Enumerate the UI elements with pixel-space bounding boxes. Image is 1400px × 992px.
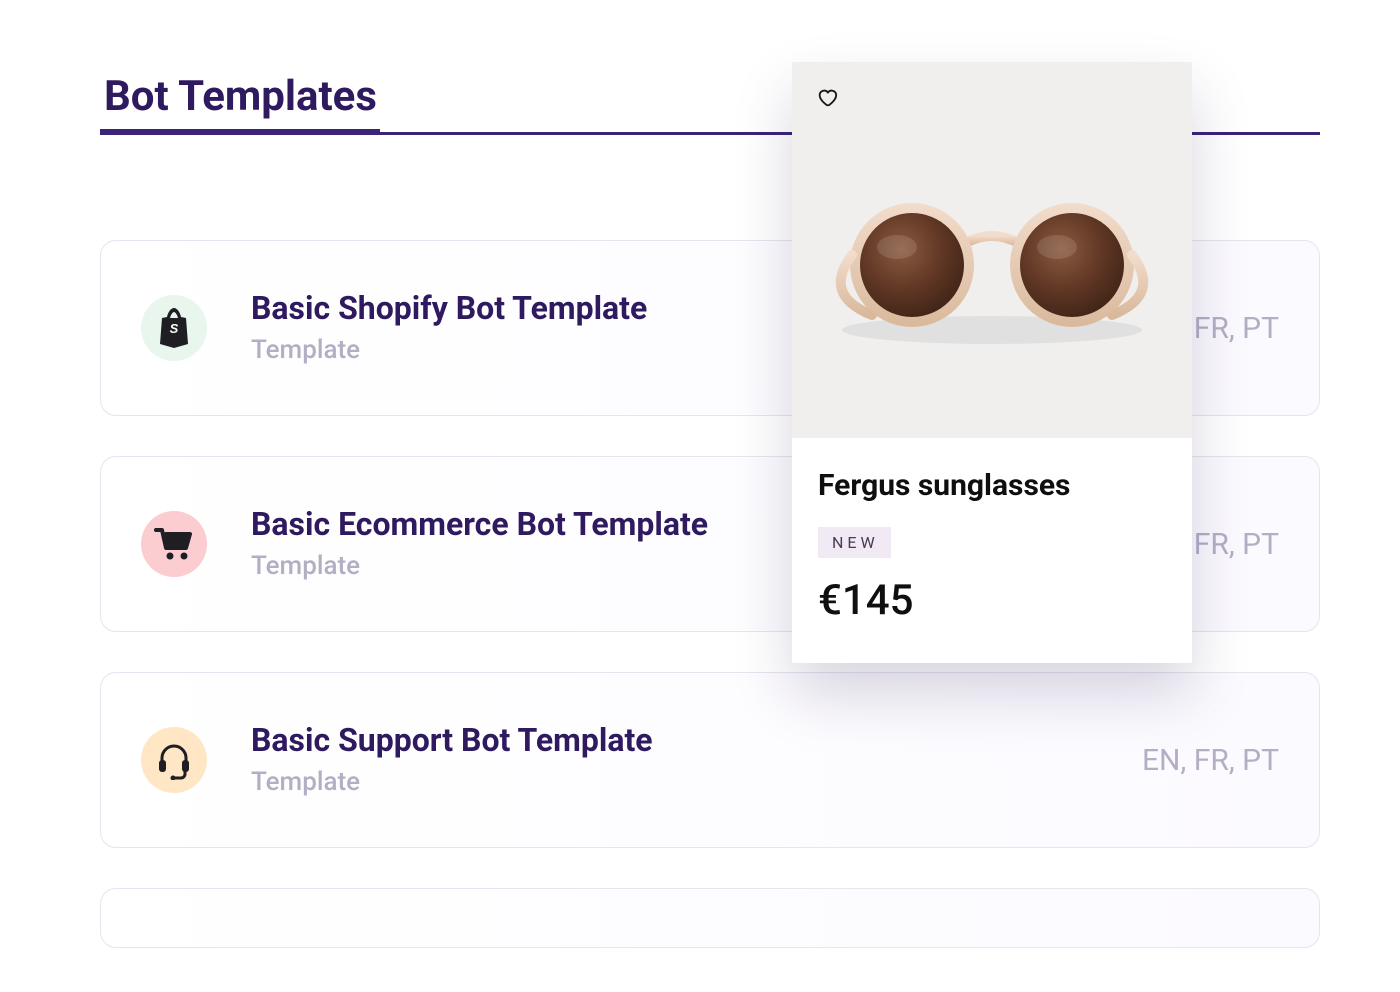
product-image [792,62,1192,438]
template-subtitle: Template [251,767,1142,797]
shopify-bag-icon: S [141,295,207,361]
cart-icon [141,511,207,577]
favorite-button[interactable] [816,86,844,114]
headset-icon [141,727,207,793]
template-row-support[interactable]: Basic Support Bot Template Template EN, … [100,672,1320,848]
template-name: Basic Support Bot Template [251,723,1142,758]
new-badge: NEW [818,527,891,558]
template-languages: EN, FR, PT [1142,743,1279,778]
product-name: Fergus sunglasses [818,468,1166,503]
template-row[interactable] [100,888,1320,948]
product-price: €145 [818,576,1166,625]
svg-text:S: S [170,321,179,336]
product-card[interactable]: Fergus sunglasses NEW €145 [792,62,1192,663]
sunglasses-illustration [812,175,1172,355]
